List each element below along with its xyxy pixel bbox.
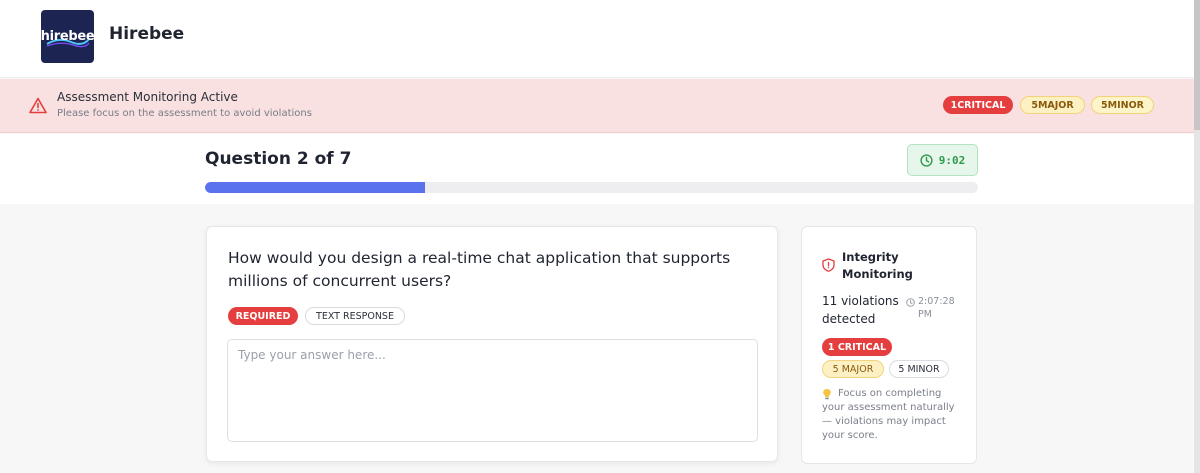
brand-name: Hirebee bbox=[109, 24, 185, 44]
shield-alert-icon bbox=[822, 258, 835, 272]
violation-count: 11 violations detected bbox=[822, 294, 899, 326]
progress-fill bbox=[205, 182, 426, 193]
app-header: hirebee Hirebee bbox=[0, 0, 1194, 78]
scrollbar-thumb[interactable] bbox=[1194, 0, 1200, 130]
question-counter: Question 2 of 7 bbox=[205, 149, 352, 169]
violation-timestamp: 2:07:28 PM bbox=[918, 296, 955, 320]
required-tag: REQUIRED bbox=[228, 307, 298, 325]
question-card: How would you design a real-time chat ap… bbox=[206, 226, 778, 462]
logo-text: hirebee bbox=[41, 29, 94, 44]
banner-title: Assessment Monitoring Active bbox=[57, 90, 238, 104]
warning-triangle-icon bbox=[29, 97, 47, 114]
integrity-tip: Focus on completing your assessment natu… bbox=[822, 388, 955, 441]
minor-badge: 5 MINOR bbox=[889, 360, 949, 378]
critical-count-badge: 1CRITICAL bbox=[943, 96, 1013, 114]
integrity-panel: Integrity Monitoring 11 violations detec… bbox=[801, 226, 977, 464]
banner-subtitle: Please focus on the assessment to avoid … bbox=[57, 108, 312, 119]
integrity-title: Integrity Monitoring bbox=[842, 250, 913, 281]
monitoring-banner: Assessment Monitoring Active Please focu… bbox=[0, 79, 1194, 133]
countdown-timer: 9:02 bbox=[907, 144, 978, 176]
major-badge: 5 MAJOR bbox=[822, 360, 884, 378]
major-count-badge: 5MAJOR bbox=[1020, 96, 1085, 114]
answer-textarea[interactable] bbox=[227, 339, 758, 442]
progress-bar bbox=[205, 182, 978, 193]
critical-badge: 1 CRITICAL bbox=[822, 338, 892, 356]
question-header: Question 2 of 7 9:02 bbox=[0, 134, 1194, 204]
scrollbar[interactable] bbox=[1194, 0, 1200, 473]
timer-value: 9:02 bbox=[938, 153, 966, 167]
logo[interactable]: hirebee bbox=[41, 10, 94, 63]
response-type-tag: TEXT RESPONSE bbox=[305, 307, 405, 325]
minor-count-badge: 5MINOR bbox=[1091, 96, 1154, 114]
clock-icon bbox=[920, 153, 933, 167]
question-text: How would you design a real-time chat ap… bbox=[228, 249, 731, 290]
clock-small-icon bbox=[906, 298, 915, 307]
